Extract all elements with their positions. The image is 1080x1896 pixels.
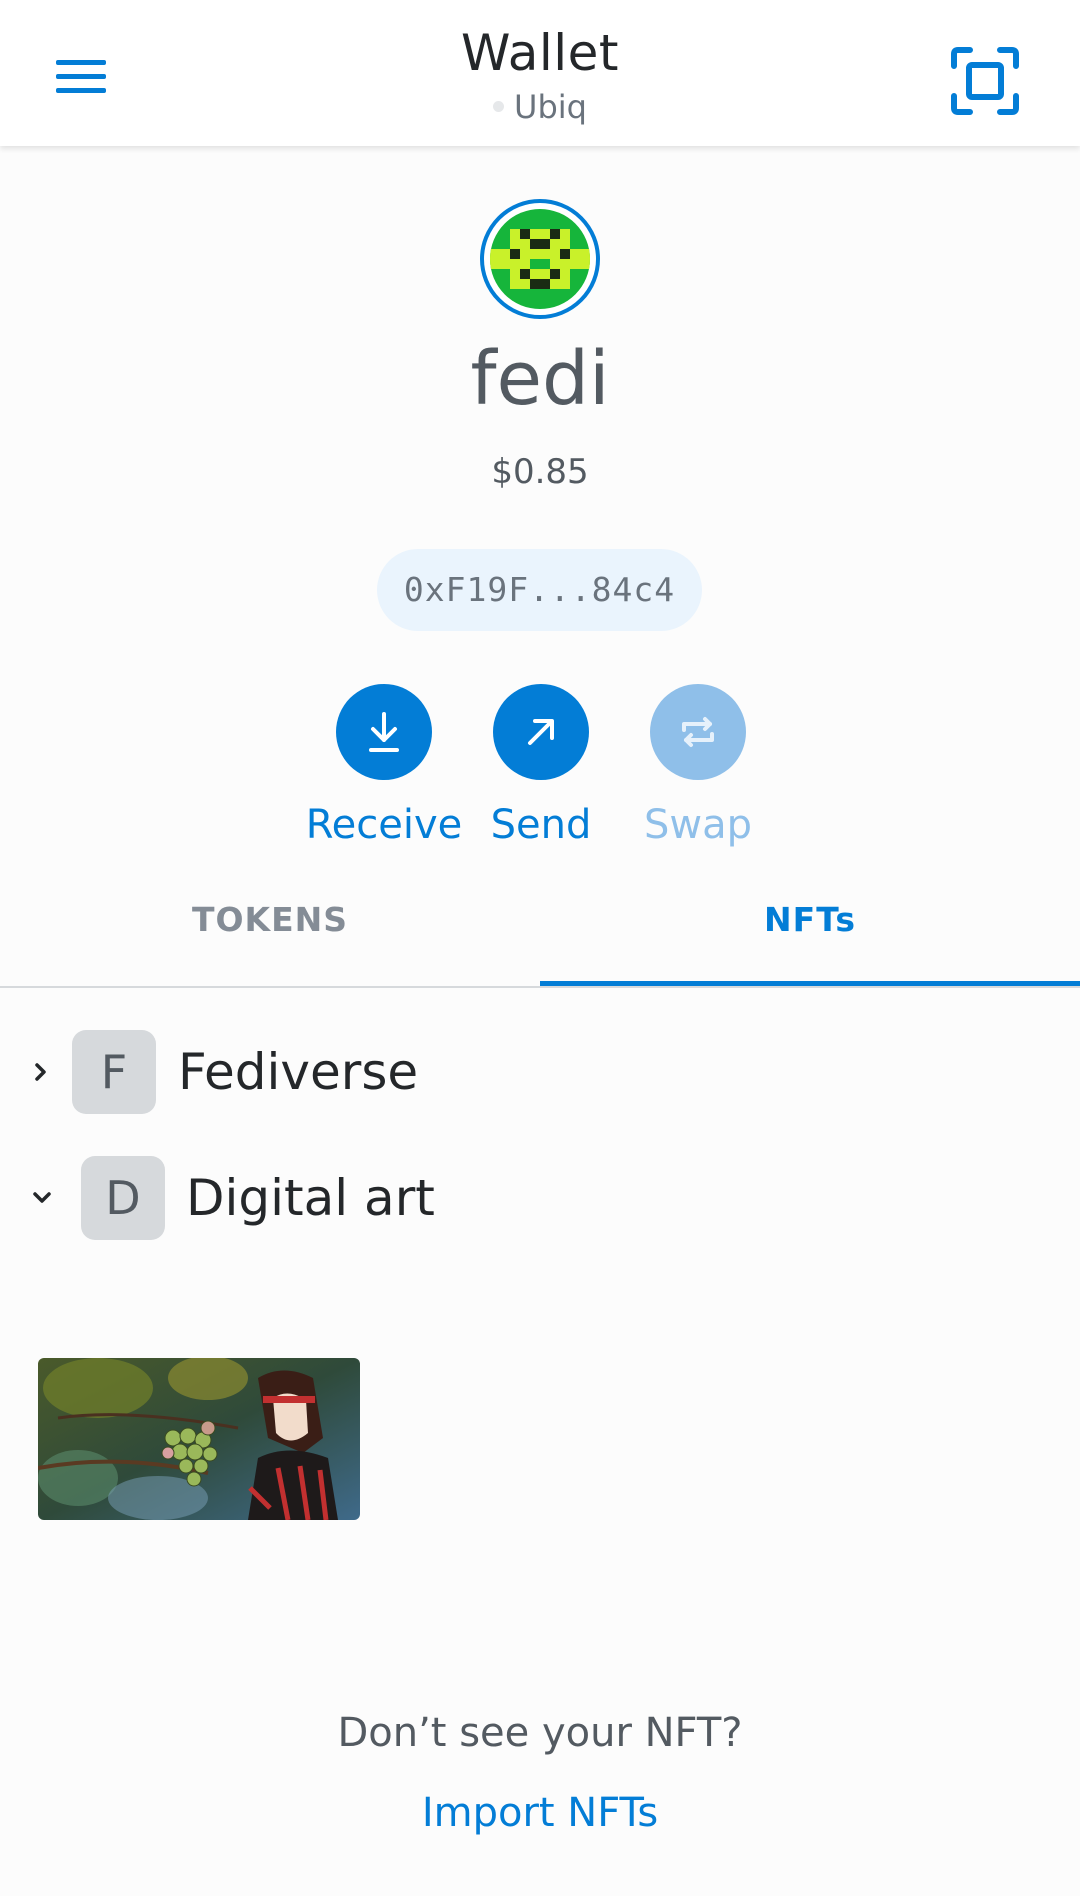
swap-button[interactable]: Swap xyxy=(618,684,778,848)
account-address-pill[interactable]: 0xF19F...84c4 xyxy=(377,549,702,631)
swap-arrows-icon xyxy=(682,717,714,747)
chevron-down-icon xyxy=(33,1192,51,1203)
chevron-right-icon xyxy=(35,1063,46,1081)
network-indicator[interactable]: Ubiq xyxy=(0,88,1080,126)
account-balance: $0.85 xyxy=(491,452,589,492)
account-name[interactable]: fedi xyxy=(0,336,1080,422)
no-nft-prompt: Don’t see your NFT? xyxy=(337,1710,743,1756)
tab-tokens[interactable]: TOKENS xyxy=(0,880,540,986)
active-tab-indicator xyxy=(540,981,1080,986)
tabs-divider xyxy=(0,986,1080,988)
nft-artwork-image xyxy=(38,1358,360,1520)
qr-scan-icon[interactable] xyxy=(950,46,1020,116)
receive-label: Receive xyxy=(305,802,463,848)
receive-button[interactable]: Receive xyxy=(304,684,464,848)
import-nfts-link[interactable]: Import NFTs xyxy=(0,1790,1080,1836)
download-arrow-icon xyxy=(369,712,399,752)
collection-digital-art[interactable]: D Digital art xyxy=(30,1156,730,1240)
asset-tabs: TOKENS NFTs xyxy=(0,880,1080,988)
page-title: Wallet xyxy=(460,24,620,82)
collection-badge: D xyxy=(81,1156,165,1240)
swap-label: Swap xyxy=(643,802,752,848)
collection-name: Digital art xyxy=(186,1169,435,1227)
receive-circle xyxy=(336,684,432,780)
collection-badge: F xyxy=(72,1030,156,1114)
send-label: Send xyxy=(490,802,592,848)
send-circle xyxy=(493,684,589,780)
app-header: Wallet Ubiq xyxy=(0,0,1080,146)
identicon-icon xyxy=(490,209,590,309)
swap-circle xyxy=(650,684,746,780)
send-button[interactable]: Send xyxy=(461,684,621,848)
network-status-dot xyxy=(493,100,505,112)
collection-fediverse[interactable]: F Fediverse xyxy=(30,1030,730,1114)
nft-thumbnail[interactable] xyxy=(38,1358,360,1520)
tab-nfts[interactable]: NFTs xyxy=(540,880,1080,986)
collection-name: Fediverse xyxy=(178,1043,419,1101)
account-avatar[interactable] xyxy=(480,199,600,319)
network-name: Ubiq xyxy=(514,88,587,126)
arrow-up-right-icon xyxy=(528,719,554,745)
